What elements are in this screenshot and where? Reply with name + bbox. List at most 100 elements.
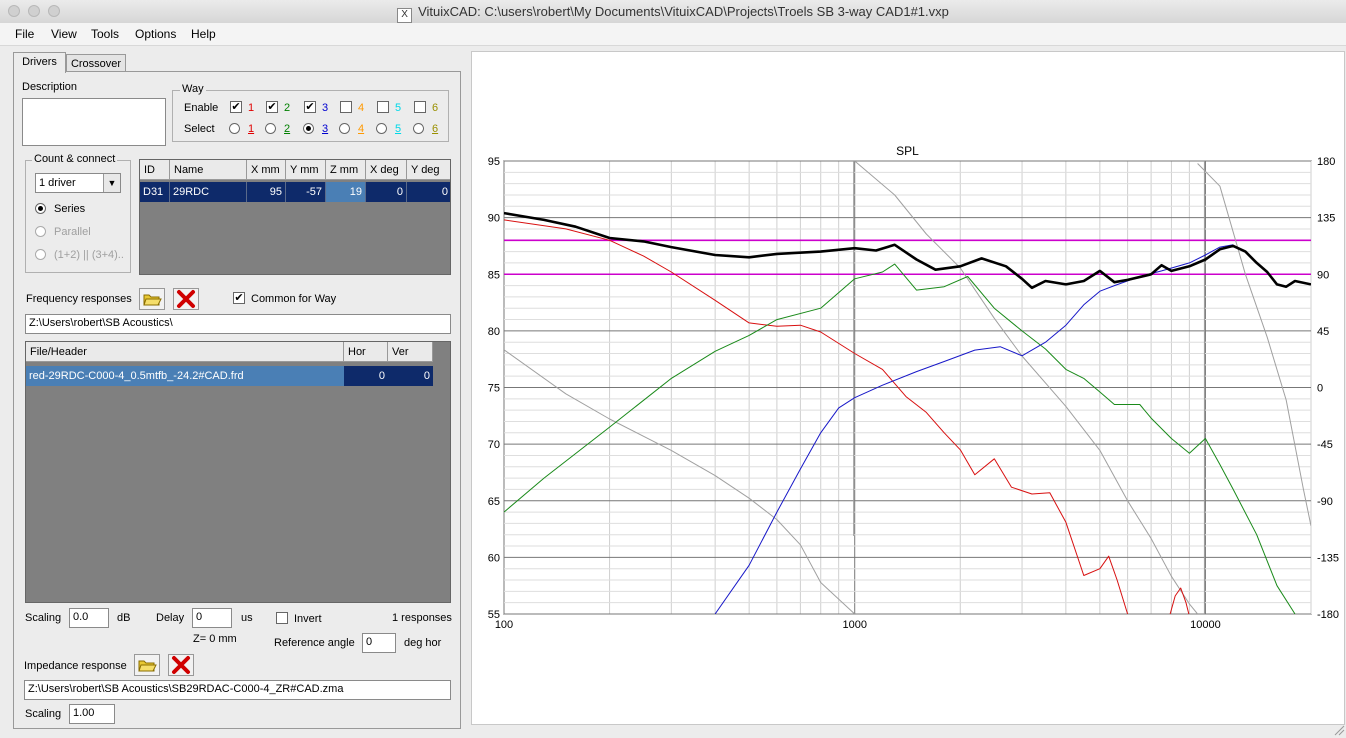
driver-cell-5[interactable]: 0 xyxy=(366,182,407,202)
way-enable-checkbox-3[interactable]: ✔ xyxy=(304,101,316,113)
description-label: Description xyxy=(22,81,78,93)
x-tick-label: 100 xyxy=(495,619,513,631)
impedance-path-input[interactable]: Z:\Users\robert\SB Acoustics\SB29RDAC-C0… xyxy=(24,680,451,700)
file-col-0[interactable]: File/Header xyxy=(26,342,344,362)
invert-checkbox[interactable] xyxy=(276,612,288,624)
remove-freq-button[interactable] xyxy=(173,288,199,310)
driver-col-4[interactable]: Z mm xyxy=(326,160,366,180)
file-table: File/Header Hor Ver red-29RDC-C000-4_0.5mt… xyxy=(25,341,451,603)
way-select-number-4: 4 xyxy=(358,123,365,135)
menu-view[interactable]: View xyxy=(51,27,77,41)
menu-tools[interactable]: Tools xyxy=(91,27,119,41)
x-tick-label: 1000 xyxy=(842,619,866,631)
remove-impedance-button[interactable] xyxy=(168,654,194,676)
way-enable-checkbox-1[interactable]: ✔ xyxy=(230,101,242,113)
way-enable-checkbox-5[interactable] xyxy=(377,101,389,113)
menu-file[interactable]: File xyxy=(15,27,34,41)
common-for-way-checkbox[interactable]: ✔ xyxy=(233,292,245,304)
way-select-radio-6[interactable] xyxy=(413,123,424,134)
y-tick-label: 70 xyxy=(488,439,500,451)
way-enable-label: Enable xyxy=(184,102,219,114)
way-select-radio-1[interactable] xyxy=(229,123,240,134)
z-info: Z= 0 mm xyxy=(193,633,237,645)
y2-tick-label: -90 xyxy=(1317,496,1333,508)
connect-option-label-0: Series xyxy=(54,203,86,215)
delay-label: Delay xyxy=(156,612,185,624)
connect-radio-1[interactable] xyxy=(35,226,46,237)
open-impedance-button[interactable] xyxy=(134,654,160,676)
freq-responses-label: Frequency responses xyxy=(26,293,132,305)
driver-col-5[interactable]: X deg xyxy=(366,160,407,180)
connect-radio-0[interactable] xyxy=(35,203,46,214)
way-select-radio-3[interactable] xyxy=(303,123,314,134)
y2-tick-label: 90 xyxy=(1317,269,1329,281)
impedance-scaling-label: Scaling xyxy=(25,708,62,720)
driver-count-value: 1 driver xyxy=(39,177,76,189)
menu-options[interactable]: Options xyxy=(135,27,176,41)
way-enable-checkbox-6[interactable] xyxy=(414,101,426,113)
invert-label: Invert xyxy=(294,613,322,625)
driver-cell-3[interactable]: -57 xyxy=(286,182,326,202)
chevron-down-icon[interactable]: ▼ xyxy=(103,174,120,192)
spl-chart: SPL95908580757065605518013590450-45-90-1… xyxy=(488,144,1339,631)
driver-col-0[interactable]: ID xyxy=(140,160,170,180)
window-title: VituixCAD: C:\users\robert\My Documents\… xyxy=(418,4,949,19)
y-tick-label: 80 xyxy=(488,326,500,338)
scaling-unit: dB xyxy=(117,612,131,624)
y-tick-label: 75 xyxy=(488,383,500,395)
file-cell-0[interactable]: red-29RDC-C000-4_0.5mtfb_-24.2#CAD.frd xyxy=(26,366,344,386)
way-enable-number-3: 3 xyxy=(322,102,329,114)
description-input[interactable] xyxy=(22,98,166,146)
folder-open-icon xyxy=(138,660,157,672)
spl-plot-frame: SPL 95 90 85 80 75 70 65 60 55 180 135 90 45 0 -45 -90 -1… xyxy=(471,51,1345,725)
window-title-area: X VituixCAD: C:\users\robert\My Documents… xyxy=(0,4,1346,23)
driver-cell-2[interactable]: 95 xyxy=(247,182,286,202)
menu-bar: File View Tools Options Help xyxy=(0,23,1346,46)
way-select-number-3: 3 xyxy=(322,123,329,135)
file-col-2[interactable]: Ver xyxy=(388,342,433,362)
reference-angle-label: Reference angle xyxy=(274,637,355,649)
driver-count-select[interactable]: 1 driver ▼ xyxy=(35,173,121,193)
way-enable-checkbox-4[interactable] xyxy=(340,101,352,113)
way-select-radio-5[interactable] xyxy=(376,123,387,134)
connect-option-label-2: (1+2) || (3+4).. xyxy=(54,249,124,261)
freq-path-input[interactable]: Z:\Users\robert\SB Acoustics\ xyxy=(25,314,451,334)
menu-help[interactable]: Help xyxy=(191,27,216,41)
way-group-title: Way xyxy=(180,83,206,95)
connect-option-label-1: Parallel xyxy=(54,226,91,238)
connect-radio-2[interactable] xyxy=(35,249,46,260)
reference-angle-input[interactable]: 0 xyxy=(362,633,396,653)
driver-cell-0[interactable]: D31 xyxy=(140,182,170,202)
y-tick-label: 95 xyxy=(488,156,500,168)
resize-grip-icon[interactable] xyxy=(1333,724,1345,736)
file-cell-1[interactable]: 0 xyxy=(344,366,388,386)
impedance-label: Impedance response xyxy=(24,660,127,672)
driver-col-2[interactable]: X mm xyxy=(247,160,286,180)
open-freq-button[interactable] xyxy=(139,288,165,310)
delay-input[interactable]: 0 xyxy=(192,608,232,628)
impedance-scaling-input[interactable]: 1.00 xyxy=(69,704,115,724)
driver-col-3[interactable]: Y mm xyxy=(286,160,326,180)
driver-col-6[interactable]: Y deg xyxy=(407,160,450,180)
tab-drivers[interactable]: Drivers xyxy=(13,52,66,73)
driver-table: ID Name X mm Y mm Z mm X deg Y deg D31 29RDC 95-… xyxy=(139,159,451,275)
title-bar: X VituixCAD: C:\users\robert\My Documents… xyxy=(0,0,1346,24)
driver-cell-1[interactable]: 29RDC xyxy=(170,182,247,202)
y2-tick-label: -45 xyxy=(1317,439,1333,451)
app-icon: X xyxy=(397,8,413,23)
way-select-radio-2[interactable] xyxy=(265,123,276,134)
check-icon: ✔ xyxy=(267,101,277,113)
y2-tick-label: -135 xyxy=(1317,552,1339,564)
close-icon xyxy=(172,656,190,674)
file-col-1[interactable]: Hor xyxy=(344,342,388,362)
y2-tick-label: 180 xyxy=(1317,156,1335,168)
driver-col-1[interactable]: Name xyxy=(170,160,247,180)
driver-cell-4[interactable]: 19 xyxy=(326,182,366,202)
chart-title: SPL xyxy=(896,144,919,158)
driver-cell-6[interactable]: 0 xyxy=(407,182,450,202)
file-cell-2[interactable]: 0 xyxy=(388,366,433,386)
scaling-input[interactable]: 0.0 xyxy=(69,608,109,628)
way-select-radio-4[interactable] xyxy=(339,123,350,134)
way-enable-checkbox-2[interactable]: ✔ xyxy=(266,101,278,113)
y2-tick-label: 0 xyxy=(1317,383,1323,395)
